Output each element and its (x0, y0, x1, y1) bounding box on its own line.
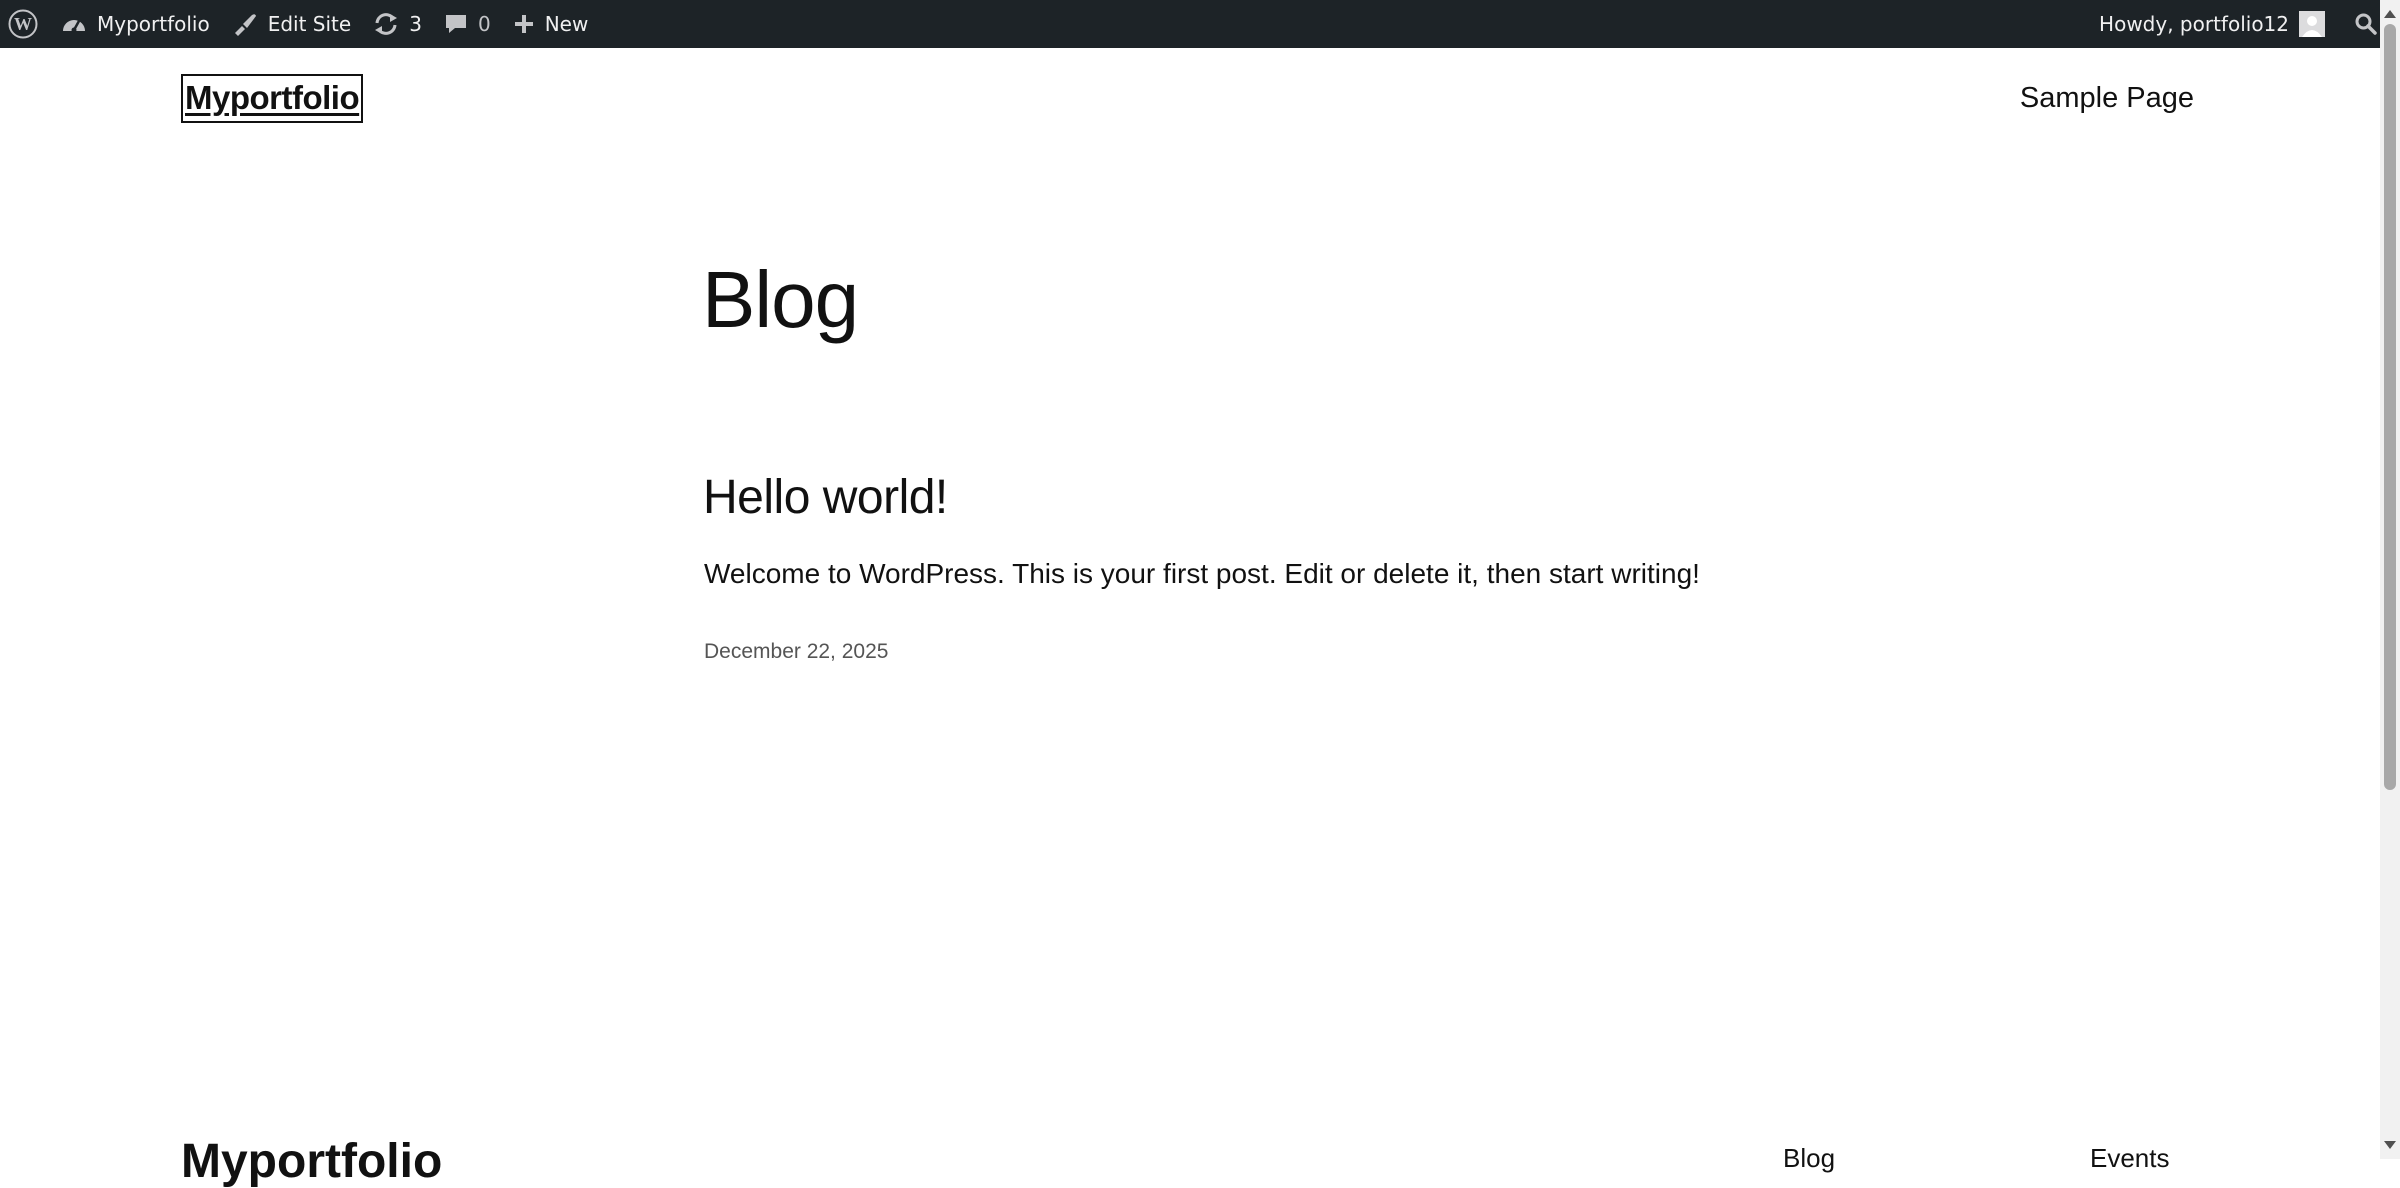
page-scrollbar[interactable] (2380, 0, 2400, 1159)
comment-icon (444, 12, 468, 36)
edit-site-link[interactable]: Edit Site (221, 0, 363, 48)
my-account-menu[interactable]: Howdy, portfolio12 (2088, 0, 2336, 48)
comments-count: 0 (477, 12, 491, 36)
footer-link-blog[interactable]: Blog (1783, 1145, 1835, 1171)
post-date: December 22, 2025 (704, 640, 889, 663)
comments-link[interactable]: 0 (433, 0, 502, 48)
site-title-link[interactable]: Myportfolio (181, 74, 364, 123)
scroll-down-arrow-icon[interactable] (2384, 1141, 2396, 1149)
admin-bar-left: W Myportfolio Edit Site 3 0 New (0, 0, 599, 48)
admin-bar: W Myportfolio Edit Site 3 0 New Howdy, p… (0, 0, 2400, 48)
new-label: New (544, 12, 589, 36)
post-title-link[interactable]: Hello world! (703, 470, 948, 525)
wordpress-menu[interactable]: W (0, 0, 50, 48)
new-content-menu[interactable]: New (502, 0, 600, 48)
site-name-menu[interactable]: Myportfolio (50, 0, 221, 48)
post-excerpt: Welcome to WordPress. This is your first… (704, 558, 1700, 589)
scrollbar-thumb[interactable] (2384, 24, 2396, 790)
svg-text:W: W (14, 14, 32, 34)
admin-bar-right: Howdy, portfolio12 (2088, 0, 2400, 48)
avatar (2299, 11, 2325, 37)
updates-link[interactable]: 3 (362, 0, 433, 48)
updates-icon (373, 12, 399, 36)
plus-icon (513, 13, 535, 35)
edit-site-label: Edit Site (267, 12, 352, 36)
site-name-label: Myportfolio (97, 12, 210, 36)
howdy-label: Howdy, portfolio12 (2099, 12, 2289, 36)
brush-icon (232, 12, 258, 36)
wordpress-icon: W (8, 9, 38, 39)
scroll-up-arrow-icon[interactable] (2384, 10, 2396, 18)
nav-item-sample-page[interactable]: Sample Page (2020, 82, 2194, 115)
search-icon (2354, 12, 2378, 36)
footer-link-events[interactable]: Events (2090, 1145, 2170, 1171)
dashboard-icon (61, 13, 87, 35)
updates-count: 3 (409, 12, 422, 36)
page-title: Blog (702, 255, 859, 344)
footer-site-title[interactable]: Myportfolio (181, 1138, 442, 1186)
